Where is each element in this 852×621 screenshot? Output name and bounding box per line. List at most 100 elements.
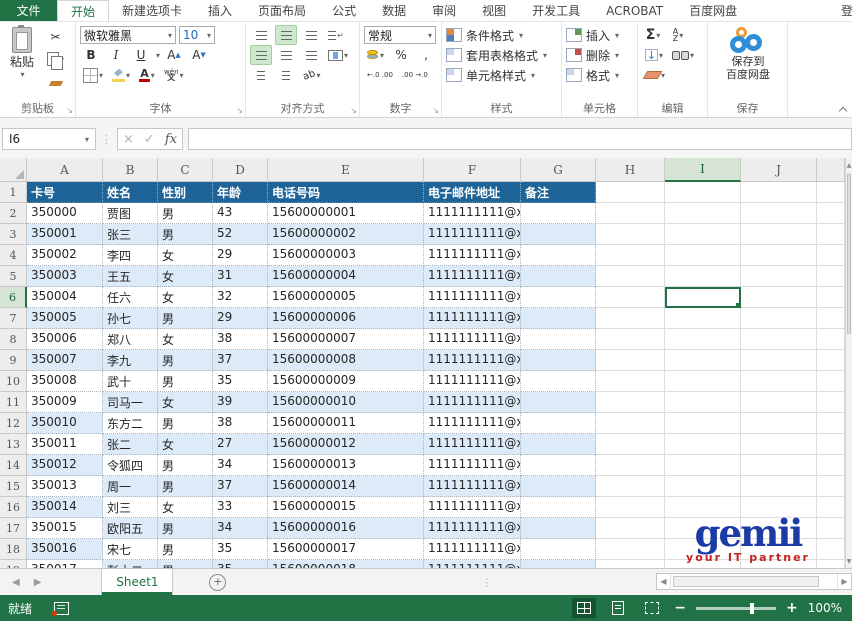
- cell-F18[interactable]: 1111111111@xx.co: [424, 539, 521, 560]
- number-dialog-launcher[interactable]: ↘: [432, 107, 439, 115]
- cell-C8[interactable]: 女: [158, 329, 213, 350]
- cell-E4[interactable]: 15600000003: [268, 245, 424, 266]
- selected-cell-I6[interactable]: [665, 287, 741, 308]
- fill-button[interactable]: ↓▾: [642, 45, 666, 65]
- collapse-ribbon-icon[interactable]: [840, 106, 847, 113]
- cell-F14[interactable]: 1111111111@xx.co: [424, 455, 521, 476]
- cell-H9[interactable]: [596, 350, 665, 371]
- cell-D16[interactable]: 33: [213, 497, 268, 518]
- cell-F13[interactable]: 1111111111@xx.co: [424, 434, 521, 455]
- row-header-2[interactable]: 2: [0, 203, 27, 224]
- cell-D8[interactable]: 38: [213, 329, 268, 350]
- cell-F11[interactable]: 1111111111@xx.co: [424, 392, 521, 413]
- cell-partial6[interactable]: [817, 287, 845, 308]
- cell-G11[interactable]: [521, 392, 596, 413]
- cell-J5[interactable]: [741, 266, 817, 287]
- cell-A7[interactable]: 350005: [27, 308, 103, 329]
- row-header-6[interactable]: 6: [0, 287, 27, 308]
- cell-C9[interactable]: 男: [158, 350, 213, 371]
- clear-button[interactable]: ▾: [642, 65, 668, 85]
- cell-F1[interactable]: 电子邮件地址: [424, 182, 521, 203]
- cell-H5[interactable]: [596, 266, 665, 287]
- column-header-E[interactable]: E: [268, 158, 424, 182]
- cell-H2[interactable]: [596, 203, 665, 224]
- cell-A3[interactable]: 350001: [27, 224, 103, 245]
- cell-F4[interactable]: 1111111111@xx.co: [424, 245, 521, 266]
- save-to-baidu-button[interactable]: 保存到百度网盘: [726, 25, 770, 81]
- cell-F10[interactable]: 1111111111@xx.co: [424, 371, 521, 392]
- vertical-scrollbar[interactable]: ▲ ▼: [845, 158, 852, 568]
- cell-A16[interactable]: 350014: [27, 497, 103, 518]
- cell-J3[interactable]: [741, 224, 817, 245]
- cell-G2[interactable]: [521, 203, 596, 224]
- wrap-text-button[interactable]: ↵: [325, 25, 347, 45]
- cell-E3[interactable]: 15600000002: [268, 224, 424, 245]
- cell-partial15[interactable]: [817, 476, 845, 497]
- cell-J14[interactable]: [741, 455, 817, 476]
- cell-B9[interactable]: 李九: [103, 350, 158, 371]
- cell-G18[interactable]: [521, 539, 596, 560]
- cell-B10[interactable]: 武十: [103, 371, 158, 392]
- cell-D14[interactable]: 34: [213, 455, 268, 476]
- cell-E16[interactable]: 15600000015: [268, 497, 424, 518]
- phonetic-button[interactable]: wén文▾: [161, 65, 186, 85]
- cell-E12[interactable]: 15600000011: [268, 413, 424, 434]
- next-sheet-icon[interactable]: ▶: [34, 577, 42, 588]
- ribbon-tab-0[interactable]: 文件: [0, 0, 57, 21]
- cell-H12[interactable]: [596, 413, 665, 434]
- cell-D15[interactable]: 37: [213, 476, 268, 497]
- cell-E18[interactable]: 15600000017: [268, 539, 424, 560]
- cell-F6[interactable]: 1111111111@xx.co: [424, 287, 521, 308]
- cell-partial18[interactable]: [817, 539, 845, 560]
- cell-G12[interactable]: [521, 413, 596, 434]
- fill-color-button[interactable]: ▾: [109, 65, 133, 85]
- cell-B15[interactable]: 周一: [103, 476, 158, 497]
- cell-C14[interactable]: 男: [158, 455, 213, 476]
- cell-G15[interactable]: [521, 476, 596, 497]
- cell-F19[interactable]: 1111111111@xx.co: [424, 560, 521, 568]
- column-header-D[interactable]: D: [213, 158, 268, 182]
- align-left-button[interactable]: [250, 45, 272, 65]
- cell-partial5[interactable]: [817, 266, 845, 287]
- scroll-down-icon[interactable]: ▼: [846, 554, 852, 568]
- column-header-F[interactable]: F: [424, 158, 521, 182]
- cell-G7[interactable]: [521, 308, 596, 329]
- shrink-font-button[interactable]: A▼: [188, 45, 210, 65]
- cell-A13[interactable]: 350011: [27, 434, 103, 455]
- cell-I7[interactable]: [665, 308, 741, 329]
- alignment-dialog-launcher[interactable]: ↘: [350, 107, 357, 115]
- cell-I15[interactable]: [665, 476, 741, 497]
- row-header-17[interactable]: 17: [0, 518, 27, 539]
- find-select-button[interactable]: ▾: [669, 45, 697, 65]
- cell-I5[interactable]: [665, 266, 741, 287]
- cell-J2[interactable]: [741, 203, 817, 224]
- insert-function-icon[interactable]: fx: [165, 132, 177, 147]
- cell-partial12[interactable]: [817, 413, 845, 434]
- cell-E2[interactable]: 15600000001: [268, 203, 424, 224]
- cell-partial16[interactable]: [817, 497, 845, 518]
- cell-C13[interactable]: 女: [158, 434, 213, 455]
- font-name-combo[interactable]: 微软雅黑▾: [80, 26, 176, 44]
- zoom-out-button[interactable]: −: [674, 600, 686, 616]
- cell-partial4[interactable]: [817, 245, 845, 266]
- cell-I4[interactable]: [665, 245, 741, 266]
- ribbon-tab-9[interactable]: 开发工具: [519, 0, 593, 21]
- macro-record-icon[interactable]: [54, 602, 69, 615]
- cell-B1[interactable]: 姓名: [103, 182, 158, 203]
- ribbon-tab-7[interactable]: 审阅: [419, 0, 469, 21]
- cell-I10[interactable]: [665, 371, 741, 392]
- cell-G3[interactable]: [521, 224, 596, 245]
- cell-partial17[interactable]: [817, 518, 845, 539]
- cancel-icon[interactable]: ×: [123, 132, 134, 147]
- row-header-8[interactable]: 8: [0, 329, 27, 350]
- cell-F12[interactable]: 1111111111@xx.co: [424, 413, 521, 434]
- row-header-16[interactable]: 16: [0, 497, 27, 518]
- cell-H11[interactable]: [596, 392, 665, 413]
- underline-button[interactable]: U: [130, 45, 152, 65]
- cell-J7[interactable]: [741, 308, 817, 329]
- copy-button[interactable]: ▾: [44, 49, 67, 69]
- cell-G1[interactable]: 备注: [521, 182, 596, 203]
- cell-D12[interactable]: 38: [213, 413, 268, 434]
- cell-J10[interactable]: [741, 371, 817, 392]
- cell-G4[interactable]: [521, 245, 596, 266]
